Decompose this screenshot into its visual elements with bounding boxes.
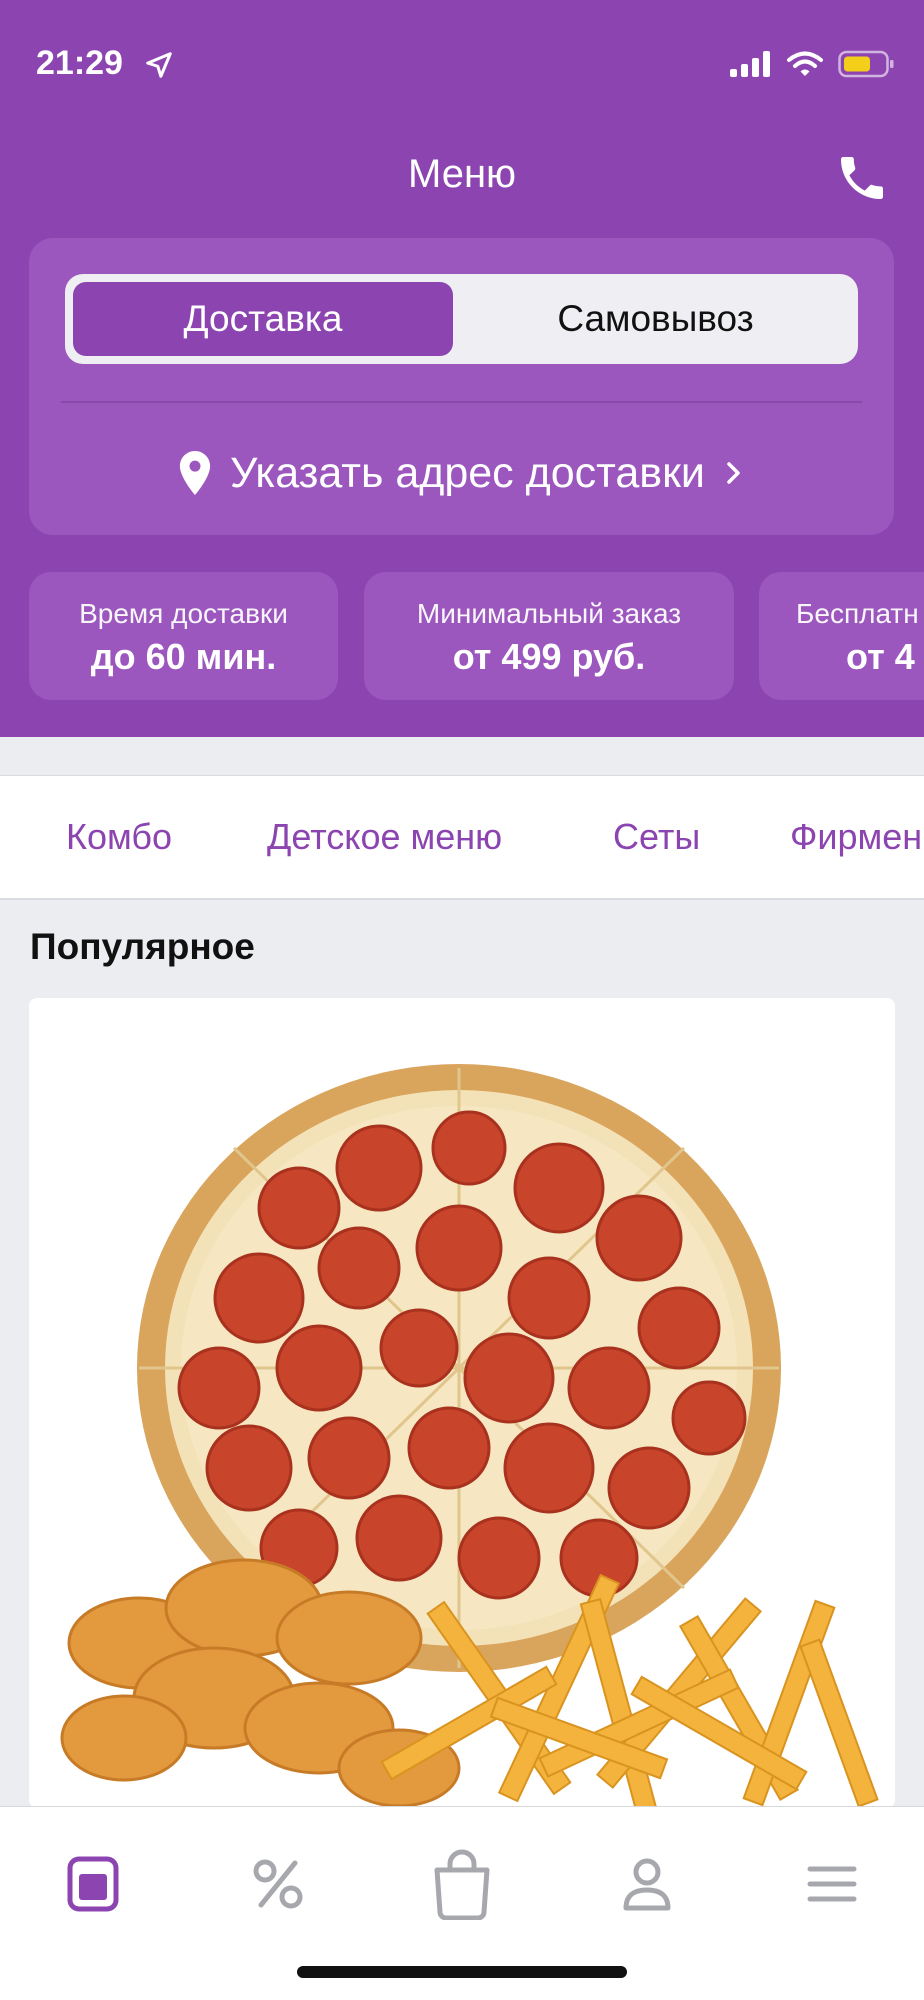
info-value: от 4 — [846, 636, 915, 677]
menu-screen: 21:29 Меню Доставка Самовывоз Указать ад… — [0, 0, 924, 2000]
address-button[interactable]: Указать адрес доставки — [29, 438, 894, 508]
info-label: Минимальный заказ — [416, 598, 682, 629]
wifi-icon — [787, 51, 823, 76]
info-cards-row: Время доставки до 60 мин. Минимальный за… — [29, 572, 924, 700]
battery-icon — [838, 50, 894, 78]
tab-more[interactable] — [787, 1839, 877, 1929]
card-divider — [61, 401, 862, 403]
delivery-time-card: Время доставки до 60 мин. — [29, 572, 338, 700]
location-arrow-icon — [146, 52, 172, 78]
chevron-right-icon — [727, 462, 740, 484]
tab-cart[interactable] — [417, 1839, 507, 1929]
header: 21:29 Меню Доставка Самовывоз Указать ад… — [0, 0, 924, 737]
info-value: от 499 руб. — [452, 636, 646, 677]
product-card[interactable] — [29, 998, 895, 1808]
status-indicators — [730, 50, 894, 78]
address-label: Указать адрес доставки — [230, 448, 705, 497]
category-tab-signature[interactable]: Фирмен — [790, 816, 922, 858]
category-tab-sets[interactable]: Сеты — [613, 816, 700, 858]
tab-promotions[interactable] — [233, 1839, 323, 1929]
profile-icon — [623, 1858, 671, 1911]
category-tab-kids-menu[interactable]: Детское меню — [267, 816, 502, 858]
phone-icon[interactable] — [834, 150, 890, 206]
location-pin-icon — [179, 451, 211, 495]
menu-icon — [67, 1856, 119, 1912]
category-tab-combo[interactable]: Комбо — [66, 816, 172, 858]
free-delivery-card: Бесплатн от 4 — [759, 572, 924, 700]
min-order-card: Минимальный заказ от 499 руб. — [364, 572, 734, 700]
delivery-mode-switch: Доставка Самовывоз — [65, 274, 858, 364]
info-label: Бесплатн — [796, 598, 919, 629]
info-value: до 60 мин. — [90, 636, 277, 677]
page-title: Меню — [407, 152, 517, 196]
tab-menu[interactable] — [48, 1839, 138, 1929]
section-title: Популярное — [30, 926, 255, 967]
pickup-option[interactable]: Самовывоз — [461, 282, 850, 356]
delivery-method-card: Доставка Самовывоз Указать адрес доставк… — [29, 238, 894, 535]
percent-icon — [253, 1859, 303, 1909]
bag-icon — [434, 1849, 490, 1920]
hamburger-icon — [807, 1866, 857, 1902]
combo-food-image — [60, 1064, 879, 1808]
signal-icon — [730, 51, 770, 77]
delivery-option[interactable]: Доставка — [73, 282, 453, 356]
tab-profile[interactable] — [602, 1839, 692, 1929]
info-label: Время доставки — [79, 598, 288, 629]
category-tabs: Комбо Детское меню Сеты Фирмен — [0, 775, 924, 900]
home-indicator[interactable] — [297, 1966, 627, 1978]
status-time: 21:29 — [36, 44, 123, 82]
